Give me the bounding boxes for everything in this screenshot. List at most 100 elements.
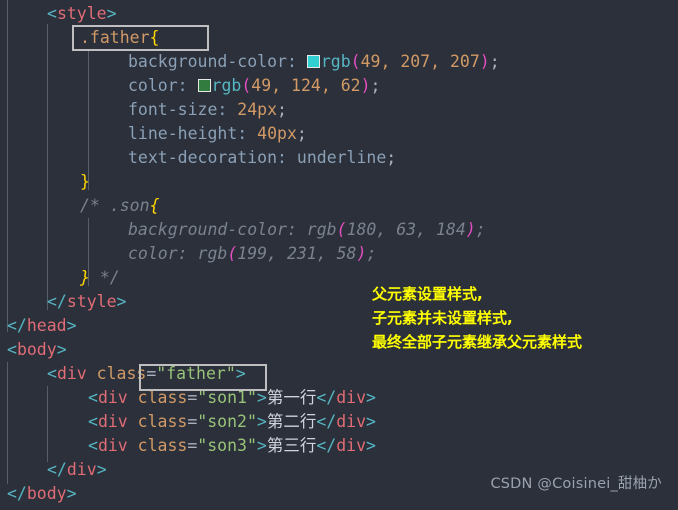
- tag-name-body: body: [16, 340, 57, 359]
- tag-name-div: div: [97, 388, 128, 407]
- angle-bracket-slash: </: [316, 436, 337, 455]
- tag-name-div: div: [336, 412, 367, 431]
- paren-open: (: [241, 76, 252, 95]
- comment-property-background-color: background-color: rgb: [128, 220, 337, 239]
- semicolon: ;: [277, 100, 287, 119]
- code-line-comment-color: color: rgb(199, 231, 58);: [0, 242, 678, 266]
- rgb-args: 49, 207, 207: [360, 52, 480, 71]
- semicolon: ;: [386, 148, 397, 167]
- paren-close: ): [360, 76, 371, 95]
- color-swatch-green: [197, 79, 211, 92]
- semicolon: ;: [366, 244, 377, 263]
- angle-bracket: >: [96, 460, 107, 479]
- attribute-value-son3: "son3": [197, 436, 257, 455]
- paren-open: (: [350, 52, 361, 71]
- angle-bracket: >: [66, 316, 77, 335]
- annotation-note: 父元素设置样式, 子元素并未设置样式, 最终全部子元素继承父元素样式: [372, 282, 582, 354]
- rgb-function: rgb: [320, 52, 351, 71]
- code-line-div-son3: <div class="son3">第三行</div>: [0, 434, 678, 458]
- angle-bracket: >: [106, 4, 117, 23]
- annotation-line-2: 子元素并未设置样式,: [372, 309, 513, 327]
- angle-bracket-slash: </: [316, 412, 337, 431]
- code-line-close-brace: }: [0, 170, 678, 194]
- code-content[interactable]: <style> .son.father{ background-color: r…: [0, 2, 678, 506]
- paren-open: (: [336, 220, 347, 239]
- css-property-background-color: background-color:: [128, 52, 297, 71]
- angle-bracket: <: [7, 340, 17, 359]
- tag-name-div: div: [97, 412, 128, 431]
- code-line-div-son1: <div class="son1">第一行</div>: [0, 386, 678, 410]
- semicolon: ;: [296, 124, 307, 143]
- angle-bracket-slash: </: [47, 460, 67, 479]
- comment-rgb-args: 199, 231, 58: [237, 244, 357, 263]
- annotation-line-1: 父元素设置样式,: [372, 285, 483, 303]
- annotation-line-3: 最终全部子元素继承父元素样式: [372, 333, 583, 351]
- angle-bracket: >: [366, 436, 376, 455]
- tag-name-div: div: [336, 436, 367, 455]
- angle-bracket: >: [366, 388, 376, 407]
- semicolon: ;: [475, 220, 486, 239]
- css-property-line-height: line-height:: [128, 124, 248, 143]
- attribute-class: class: [127, 388, 188, 407]
- paren-close: ): [479, 52, 490, 71]
- code-line-text-decoration: text-decoration: underline;: [0, 146, 678, 170]
- attribute-value-son1: "son1": [197, 388, 257, 407]
- semicolon: ;: [489, 52, 500, 71]
- code-line-div-father-open: <div class="father">: [0, 362, 678, 386]
- css-value-underline: underline: [296, 148, 387, 167]
- code-line-background-color: background-color: rgb(49, 207, 207);: [0, 50, 678, 74]
- comment-close-brace: }: [80, 268, 90, 287]
- tag-name-style: style: [66, 292, 117, 311]
- angle-bracket: <: [47, 364, 57, 383]
- angle-bracket: >: [256, 388, 267, 407]
- inner-text-row3: 第三行: [266, 436, 317, 455]
- attribute-class: class: [86, 364, 147, 383]
- angle-bracket-slash: </: [47, 292, 67, 311]
- comment-rgb-args: 180, 63, 184: [346, 220, 466, 239]
- open-brace: {: [149, 28, 160, 47]
- tag-name-div: div: [97, 436, 128, 455]
- code-line-font-size: font-size: 24px;: [0, 98, 678, 122]
- equals-sign: =: [187, 436, 198, 455]
- angle-bracket: >: [256, 412, 267, 431]
- code-line-color: color: rgb(49, 124, 62);: [0, 74, 678, 98]
- inner-text-row1: 第一行: [266, 388, 317, 407]
- code-line-line-height: line-height: 40px;: [0, 122, 678, 146]
- tag-name-div: div: [66, 460, 97, 479]
- tag-name-body: body: [26, 484, 67, 503]
- angle-bracket-slash: </: [7, 484, 27, 503]
- code-line-selector-father: .son.father{: [0, 26, 678, 50]
- css-property-text-decoration: text-decoration:: [128, 148, 287, 167]
- paren-open: (: [227, 244, 238, 263]
- angle-bracket: >: [56, 340, 67, 359]
- code-line-comment-selector-son: /* .son{: [0, 194, 678, 218]
- angle-bracket: <: [88, 436, 98, 455]
- angle-bracket: <: [47, 4, 57, 23]
- tag-name-div: div: [56, 364, 87, 383]
- inner-text-row2: 第二行: [266, 412, 317, 431]
- css-property-font-size: font-size:: [128, 100, 228, 119]
- attribute-class: class: [127, 436, 188, 455]
- comment-open: /*: [80, 196, 100, 215]
- angle-bracket: >: [366, 412, 376, 431]
- comment-property-color: color: rgb: [128, 244, 228, 263]
- tag-name-head: head: [26, 316, 67, 335]
- code-line-comment-background-color: background-color: rgb(180, 63, 184);: [0, 218, 678, 242]
- comment-close: */: [99, 268, 120, 287]
- angle-bracket: >: [235, 364, 246, 383]
- csdn-watermark: CSDN @Coisinei_甜柚か: [490, 476, 662, 492]
- color-swatch-cyan: [306, 55, 320, 68]
- attribute-value-son2: "son2": [197, 412, 257, 431]
- angle-bracket: >: [256, 436, 267, 455]
- close-brace: }: [80, 172, 90, 191]
- attribute-class: class: [127, 412, 188, 431]
- rgb-args: 49, 124, 62: [251, 76, 361, 95]
- paren-close: ): [356, 244, 367, 263]
- attribute-value-father: "father": [156, 364, 236, 383]
- code-line-style-open: <style>: [0, 2, 678, 26]
